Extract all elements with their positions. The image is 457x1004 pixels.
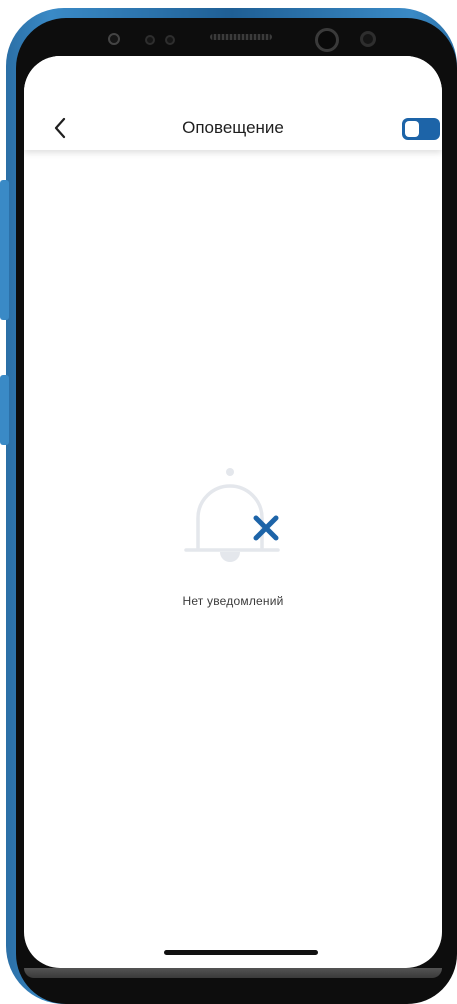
back-button[interactable]: [48, 116, 72, 140]
front-camera-secondary-icon: [360, 31, 376, 47]
device-stage: Оповещение Нет уведомлений: [0, 0, 457, 1004]
power-button: [0, 375, 9, 445]
empty-state-message: Нет уведомлений: [182, 594, 284, 608]
notifications-toggle[interactable]: [402, 118, 440, 140]
phone-chin: [24, 968, 442, 978]
app-header: Оповещение: [24, 56, 442, 150]
empty-state: Нет уведомлений: [24, 464, 442, 608]
chevron-left-icon: [54, 117, 66, 139]
volume-button: [0, 180, 9, 320]
page-title: Оповещение: [182, 118, 284, 137]
home-indicator[interactable]: [164, 950, 318, 955]
bell-off-icon: [184, 468, 280, 562]
sensor-icon: [145, 35, 155, 45]
app-screen: Оповещение Нет уведомлений: [24, 56, 442, 968]
sensor-icon: [165, 35, 175, 45]
sensor-icon: [108, 33, 120, 45]
front-camera-icon: [315, 28, 339, 52]
earpiece-speaker: [210, 34, 272, 40]
toggle-knob: [405, 121, 419, 137]
